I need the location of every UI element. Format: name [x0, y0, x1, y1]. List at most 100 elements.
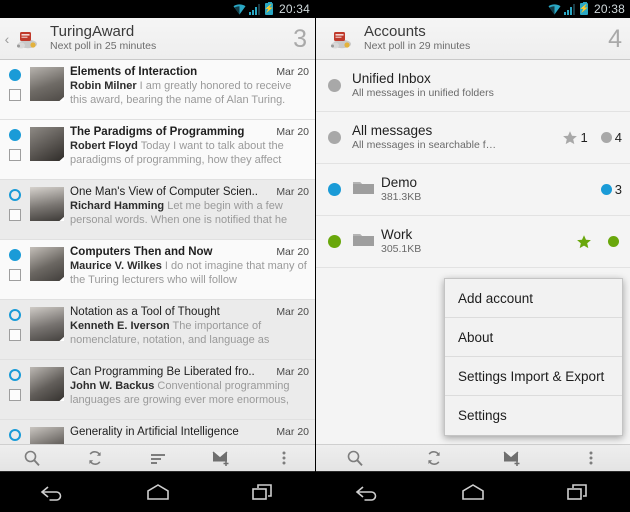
message-date: Mar 20 — [276, 366, 309, 378]
status-bar: ⚡ 20:38 — [316, 0, 630, 18]
back-chevron-icon[interactable]: ‹ — [2, 31, 12, 47]
nav-back-button[interactable] — [0, 482, 105, 502]
avatar — [30, 247, 64, 281]
read-dot-icon[interactable] — [9, 369, 21, 381]
list-item[interactable]: Elements of Interaction Mar 20 Robin Mil… — [0, 60, 315, 120]
avatar — [30, 307, 64, 341]
k9-mail-dog-icon[interactable] — [12, 24, 42, 54]
avatar — [30, 67, 64, 101]
message-sender: John W. Backus — [70, 380, 155, 392]
flag-column[interactable] — [0, 185, 30, 221]
bottom-toolbar — [0, 444, 315, 471]
list-item[interactable]: Computers Then and Now Mar 20 Maurice V.… — [0, 240, 315, 300]
refresh-button[interactable] — [395, 445, 474, 471]
select-checkbox[interactable] — [9, 329, 21, 341]
menu-item-settings[interactable]: Settings — [445, 396, 622, 435]
overflow-menu-button[interactable] — [552, 445, 630, 471]
navigation-bar — [0, 471, 315, 512]
unread-count: 4 — [614, 130, 622, 145]
read-dot-icon[interactable] — [9, 309, 21, 321]
battery-charging-icon: ⚡ — [578, 2, 589, 15]
action-bar-text: Accounts Next poll in 29 minutes — [356, 24, 602, 53]
nav-recents-button[interactable] — [525, 482, 630, 502]
overflow-menu-button[interactable] — [252, 445, 315, 471]
compose-icon — [503, 451, 520, 466]
message-preview: John W. Backus Conventional programming … — [70, 379, 309, 407]
k9-mail-dog-icon[interactable] — [326, 24, 356, 54]
message-preview: Richard Hamming Let me begin with a few … — [70, 199, 309, 227]
search-button[interactable] — [316, 445, 395, 471]
menu-item-settings-import-export[interactable]: Settings Import & Export — [445, 357, 622, 396]
account-description: All messages in searchable f… — [352, 139, 497, 151]
message-body: Elements of Interaction Mar 20 Robin Mil… — [64, 65, 315, 107]
nav-home-button[interactable] — [421, 482, 526, 502]
account-body: All messages All messages in searchable … — [352, 123, 554, 152]
overflow-menu-icon — [282, 451, 285, 465]
account-status-dot-icon — [327, 235, 341, 248]
action-bar-text: TuringAward Next poll in 25 minutes — [42, 24, 287, 53]
sort-button[interactable] — [126, 445, 189, 471]
unread-count: 3 — [614, 182, 622, 197]
compose-button[interactable] — [189, 445, 252, 471]
wifi-icon — [233, 3, 246, 15]
list-item[interactable]: All messages All messages in searchable … — [316, 112, 630, 164]
account-body: Work 305.1KB — [381, 227, 568, 256]
refresh-icon — [88, 451, 101, 465]
select-checkbox[interactable] — [9, 89, 21, 101]
unread-dot-icon[interactable] — [9, 69, 21, 81]
select-checkbox[interactable] — [9, 209, 21, 221]
message-subject: Computers Then and Now — [70, 246, 213, 258]
list-item[interactable]: Generality in Artificial Intelligence Ma… — [0, 420, 315, 444]
recents-icon — [251, 484, 272, 500]
nav-recents-button[interactable] — [210, 482, 315, 502]
message-date: Mar 20 — [276, 186, 309, 198]
select-checkbox[interactable] — [9, 389, 21, 401]
account-size: 305.1KB — [381, 243, 422, 255]
action-bar: ‹ TuringAward Next poll in 25 minutes 3 — [0, 18, 315, 60]
page-title: TuringAward — [50, 23, 135, 40]
unread-dot-icon[interactable] — [9, 129, 21, 141]
unread-dot-icon[interactable] — [9, 249, 21, 261]
dual-screenshot: ⚡ 20:34 ‹ TuringAward Next poll in 25 mi… — [0, 0, 630, 512]
list-item[interactable]: Unified Inbox All messages in unified fo… — [316, 60, 630, 112]
list-item[interactable]: One Man's View of Computer Scien.. Mar 2… — [0, 180, 315, 240]
select-checkbox[interactable] — [9, 149, 21, 161]
folder-icon — [352, 230, 376, 253]
compose-button[interactable] — [473, 445, 552, 471]
list-item[interactable]: Demo 381.3KB 3 — [316, 164, 630, 216]
read-dot-icon[interactable] — [9, 189, 21, 201]
flag-column[interactable] — [0, 125, 30, 161]
overflow-popup-menu[interactable]: Add account About Settings Import & Expo… — [444, 278, 623, 436]
message-list[interactable]: Elements of Interaction Mar 20 Robin Mil… — [0, 60, 315, 444]
message-preview: Kenneth E. Iverson The importance of nom… — [70, 319, 309, 347]
menu-item-about[interactable]: About — [445, 318, 622, 357]
flag-column[interactable] — [0, 365, 30, 401]
nav-back-button[interactable] — [316, 482, 421, 502]
list-item[interactable]: Can Programming Be Liberated fro.. Mar 2… — [0, 360, 315, 420]
flag-column[interactable] — [0, 245, 30, 281]
list-item[interactable]: Work 305.1KB — [316, 216, 630, 268]
list-item[interactable]: Notation as a Tool of Thought Mar 20 Ken… — [0, 300, 315, 360]
flag-column[interactable] — [0, 425, 30, 444]
menu-item-add-account[interactable]: Add account — [445, 279, 622, 318]
overflow-menu-icon — [589, 451, 593, 465]
message-date: Mar 20 — [276, 126, 309, 138]
back-icon — [40, 486, 61, 501]
message-head: One Man's View of Computer Scien.. Mar 2… — [70, 186, 309, 198]
message-subject: Generality in Artificial Intelligence — [70, 426, 239, 438]
flag-column[interactable] — [0, 305, 30, 341]
list-item[interactable]: The Paradigms of Programming Mar 20 Robe… — [0, 120, 315, 180]
message-preview: Robin Milner I am greatly honored to rec… — [70, 79, 309, 107]
signal-icon — [248, 3, 260, 15]
refresh-button[interactable] — [63, 445, 126, 471]
account-name: Unified Inbox — [352, 71, 431, 86]
flag-column[interactable] — [0, 65, 30, 101]
bottom-toolbar — [316, 444, 630, 471]
nav-home-button[interactable] — [105, 482, 210, 502]
account-badges: 1 4 — [554, 130, 622, 146]
folder-icon — [352, 178, 376, 201]
read-dot-icon[interactable] — [9, 429, 21, 441]
account-status-dot-icon — [327, 183, 341, 196]
search-button[interactable] — [0, 445, 63, 471]
select-checkbox[interactable] — [9, 269, 21, 281]
